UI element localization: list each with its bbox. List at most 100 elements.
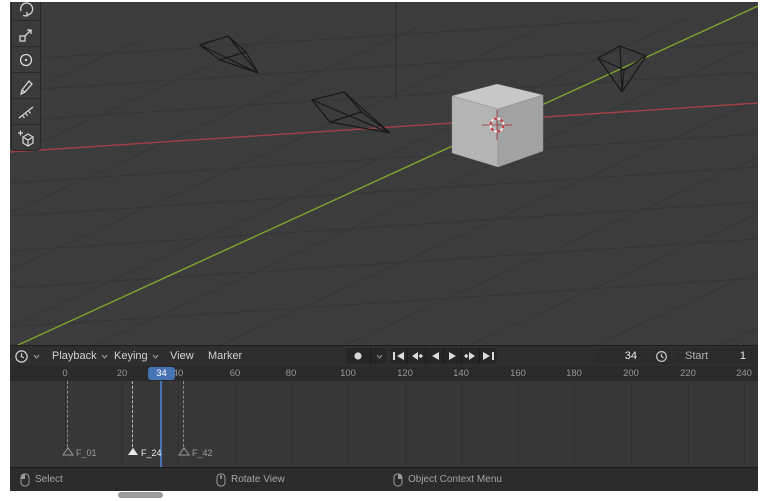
marker-guide-line bbox=[67, 381, 68, 447]
ruler-tick: 0 bbox=[62, 368, 68, 379]
scale-icon bbox=[19, 28, 32, 42]
camera-object[interactable] bbox=[198, 35, 259, 74]
status-hint-label: Object Context Menu bbox=[408, 474, 502, 485]
start-frame-value: 1 bbox=[739, 350, 746, 362]
grid-line bbox=[631, 381, 632, 467]
jump-to-start-button[interactable] bbox=[390, 348, 407, 364]
marker-menu-label: Marker bbox=[208, 350, 243, 362]
measure-icon bbox=[18, 105, 34, 119]
ruler-tick: 180 bbox=[566, 368, 582, 379]
grid-line bbox=[461, 381, 462, 467]
viewport-toolbar bbox=[11, 2, 41, 151]
next-keyframe-icon bbox=[464, 352, 475, 360]
marker-guide-line bbox=[132, 381, 133, 447]
auto-keying-group bbox=[346, 348, 387, 364]
play-button[interactable] bbox=[444, 348, 461, 364]
status-hint-label: Select bbox=[35, 474, 63, 485]
grid-line bbox=[744, 381, 745, 467]
status-hint-label: Rotate View bbox=[231, 474, 285, 485]
ruler-tick: 120 bbox=[397, 368, 413, 379]
playback-menu-label: Playback bbox=[52, 350, 97, 362]
current-frame-badge[interactable]: 34 bbox=[148, 367, 175, 380]
measure-tool-button[interactable] bbox=[12, 99, 40, 125]
transform-tool-button[interactable] bbox=[12, 47, 40, 73]
screenshot-frame: Playback Keying View Marker 34 Start 1 0… bbox=[0, 0, 768, 501]
scale-tool-button[interactable] bbox=[12, 21, 40, 47]
clock-icon bbox=[15, 349, 28, 363]
status-hint-select: Select bbox=[20, 468, 63, 491]
timeline-track-area[interactable]: F_01 F_24 F_42 bbox=[10, 381, 758, 467]
jump-to-end-button[interactable] bbox=[480, 348, 497, 364]
keying-menu-label: Keying bbox=[114, 350, 148, 362]
current-frame-badge-value: 34 bbox=[156, 368, 167, 379]
view-menu[interactable]: View bbox=[170, 346, 194, 366]
ruler-tick: 200 bbox=[623, 368, 639, 379]
chevron-down-icon bbox=[152, 354, 159, 359]
playback-menu[interactable]: Playback bbox=[52, 346, 108, 366]
grid-line bbox=[405, 381, 406, 467]
start-frame-label: Start bbox=[685, 350, 709, 362]
scrollbar-fragment bbox=[118, 492, 163, 498]
grid-line bbox=[574, 381, 575, 467]
marker-menu[interactable]: Marker bbox=[208, 346, 242, 366]
rotate-tool-button[interactable] bbox=[12, 2, 40, 21]
play-reverse-button[interactable] bbox=[426, 348, 443, 364]
timeline-ruler[interactable]: 0 20 40 60 80 100 120 140 160 180 200 22… bbox=[10, 366, 758, 381]
timeline-marker[interactable]: F_24 bbox=[141, 448, 162, 458]
3d-viewport[interactable] bbox=[10, 2, 758, 345]
status-bar: Select Rotate View Object Context Menu bbox=[10, 467, 758, 491]
chevron-down-icon bbox=[33, 354, 40, 359]
next-keyframe-button[interactable] bbox=[462, 348, 479, 364]
mouse-middle-drag-icon bbox=[216, 473, 226, 486]
marker-triangle-icon[interactable] bbox=[127, 447, 139, 456]
transport-controls bbox=[390, 348, 497, 364]
previous-keyframe-button[interactable] bbox=[408, 348, 425, 364]
keying-menu[interactable]: Keying bbox=[114, 346, 159, 366]
marker-guide-line bbox=[183, 381, 184, 447]
camera-object[interactable] bbox=[596, 45, 648, 93]
playback-time-button[interactable] bbox=[651, 348, 671, 364]
annotate-icon bbox=[20, 79, 33, 95]
marker-triangle-icon[interactable] bbox=[62, 447, 74, 456]
jump-to-end-icon bbox=[483, 352, 494, 360]
timeline-marker[interactable]: F_42 bbox=[192, 448, 213, 458]
current-frame-field[interactable]: 34 bbox=[595, 348, 647, 364]
grid-line bbox=[518, 381, 519, 467]
record-icon bbox=[354, 352, 362, 360]
previous-keyframe-icon bbox=[412, 352, 423, 360]
mouse-right-click-icon bbox=[393, 473, 403, 486]
view-menu-label: View bbox=[170, 350, 194, 362]
start-frame-field[interactable]: Start 1 bbox=[675, 348, 758, 364]
ruler-tick: 220 bbox=[680, 368, 696, 379]
keying-options-dropdown[interactable] bbox=[371, 348, 387, 364]
time-icon bbox=[655, 350, 667, 362]
grid-line bbox=[348, 381, 349, 467]
ruler-tick: 60 bbox=[229, 368, 241, 379]
add-cube-tool-button[interactable] bbox=[12, 125, 40, 150]
chevron-down-icon bbox=[376, 354, 382, 359]
grid-line bbox=[235, 381, 236, 467]
play-icon bbox=[448, 352, 456, 360]
timeline-marker[interactable]: F_01 bbox=[76, 448, 97, 458]
grid-line bbox=[291, 381, 292, 467]
timeline-header: Playback Keying View Marker 34 Start 1 bbox=[10, 345, 758, 366]
ruler-tick: 20 bbox=[116, 368, 128, 379]
ruler-tick: 160 bbox=[510, 368, 526, 379]
status-hint-rotate-view: Rotate View bbox=[216, 468, 285, 491]
marker-triangle-icon[interactable] bbox=[178, 447, 190, 456]
editor-type-button[interactable] bbox=[14, 346, 40, 366]
chevron-down-icon bbox=[101, 354, 108, 359]
annotate-tool-button[interactable] bbox=[12, 73, 40, 99]
grid bbox=[10, 14, 758, 345]
grid-line bbox=[688, 381, 689, 467]
transform-icon bbox=[19, 53, 33, 66]
ruler-tick: 140 bbox=[453, 368, 469, 379]
record-button[interactable] bbox=[346, 348, 370, 364]
ruler-tick: 80 bbox=[285, 368, 297, 379]
add-cube-icon bbox=[18, 130, 35, 147]
rotate-icon bbox=[20, 2, 34, 17]
jump-to-start-icon bbox=[393, 352, 404, 360]
grid-line bbox=[122, 381, 123, 467]
blender-window: Playback Keying View Marker 34 Start 1 0… bbox=[10, 2, 758, 491]
current-frame-value: 34 bbox=[624, 350, 637, 362]
